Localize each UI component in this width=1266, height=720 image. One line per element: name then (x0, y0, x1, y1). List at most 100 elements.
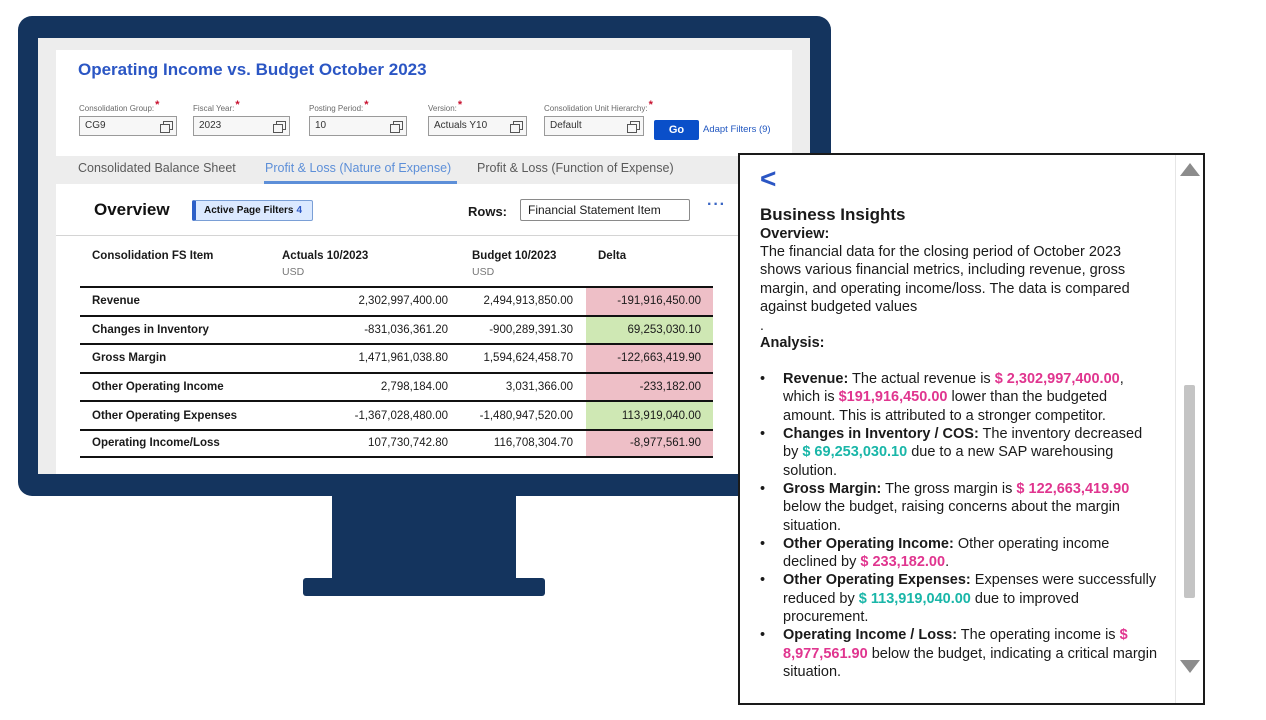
filter-label: Version: (428, 104, 457, 113)
value-help-icon[interactable] (627, 121, 640, 133)
overview-section: Overview Active Page Filters 4 Rows: Fina… (56, 184, 792, 474)
analysis-text: The actual revenue is (848, 371, 995, 388)
analysis-item-operating-income: Operating Income / Loss: The operating i… (760, 626, 1160, 681)
cell-delta: 69,253,030.10 (586, 316, 713, 344)
filter-value: CG9 (85, 120, 106, 131)
insights-title: Business Insights (760, 205, 906, 224)
divider (56, 235, 792, 236)
amount-highlight: $ 69,253,030.10 (802, 444, 908, 461)
required-marker: * (155, 99, 160, 111)
filter-version: Version:* Actuals Y10 (428, 99, 527, 136)
posting-period-input[interactable]: 10 (309, 116, 407, 136)
tab-pl-function-of-expense[interactable]: Profit & Loss (Function of Expense) (477, 161, 674, 175)
cell-budget: -900,289,391.30 (489, 323, 573, 336)
cell-budget: -1,480,947,520.00 (479, 409, 573, 422)
back-arrow-icon[interactable]: < (760, 165, 1160, 195)
cell-actuals: -1,367,028,480.00 (354, 409, 448, 422)
cell-delta: -122,663,419.90 (586, 345, 713, 372)
badge-label: Active Page Filters (204, 205, 294, 216)
cell-budget: 2,494,913,850.00 (483, 295, 573, 308)
cell-item: Other Operating Expenses (92, 409, 238, 422)
overview-heading: Overview: (760, 226, 830, 242)
analysis-text: The operating income is (957, 627, 1120, 644)
cell-budget: 116,708,304.70 (493, 437, 573, 450)
value-help-icon[interactable] (273, 121, 286, 133)
table-row[interactable]: Gross Margin 1,471,961,038.80 1,594,624,… (80, 343, 713, 372)
overview-text: The financial data for the closing perio… (760, 244, 1130, 315)
analysis-term: Gross Margin: (783, 480, 882, 497)
filter-value: 2023 (199, 120, 222, 131)
badge-count: 4 (296, 205, 303, 216)
tab-pl-nature-of-expense[interactable]: Profit & Loss (Nature of Expense) (265, 161, 451, 175)
amount-highlight: $ 2,302,997,400.00 (994, 371, 1120, 388)
required-marker: * (235, 99, 240, 111)
column-unit-budget: USD (472, 266, 495, 278)
consolidation-unit-hierarchy-input[interactable]: Default (544, 116, 644, 136)
analysis-item-gross-margin: Gross Margin: The gross margin is $ 122,… (760, 480, 1160, 535)
cell-actuals: 107,730,742.80 (368, 437, 448, 450)
table-row[interactable]: Other Operating Expenses -1,367,028,480.… (80, 400, 713, 429)
column-header-budget: Budget 10/2023 (472, 250, 557, 262)
value-help-icon[interactable] (160, 121, 173, 133)
table-row[interactable]: Revenue 2,302,997,400.00 2,494,913,850.0… (80, 286, 713, 315)
analysis-text: below the budget, raising concerns about… (783, 499, 1120, 534)
analysis-item-other-income: Other Operating Income: Other operating … (760, 535, 1160, 572)
consolidation-group-input[interactable]: CG9 (79, 116, 177, 136)
table-row[interactable]: Other Operating Income 2,798,184.00 3,03… (80, 371, 713, 401)
cell-actuals: 2,798,184.00 (380, 381, 448, 394)
table-row[interactable]: Operating Income/Loss 107,730,742.80 116… (80, 428, 713, 458)
filter-value: 10 (315, 120, 327, 131)
active-page-filters-button[interactable]: Active Page Filters 4 (192, 200, 313, 221)
filter-fiscal-year: Fiscal Year:* 2023 (193, 99, 290, 136)
table-row[interactable]: Changes in Inventory -831,036,361.20 -90… (80, 314, 713, 344)
filter-label: Consolidation Group: (79, 104, 155, 113)
analysis-item-revenue: Revenue: The actual revenue is $ 2,302,9… (760, 370, 1160, 425)
cell-actuals: -831,036,361.20 (364, 323, 448, 336)
cell-item: Other Operating Income (92, 381, 224, 394)
financial-table: Revenue 2,302,997,400.00 2,494,913,850.0… (80, 286, 713, 458)
cell-delta: 113,919,040.00 (586, 402, 713, 429)
fiscal-year-input[interactable]: 2023 (193, 116, 290, 136)
adapt-filters-link[interactable]: Adapt Filters (9) (703, 124, 771, 135)
filter-posting-period: Posting Period:* 10 (309, 99, 407, 136)
filter-label: Consolidation Unit Hierarchy: (544, 104, 648, 113)
cell-item: Gross Margin (92, 352, 167, 365)
analysis-term: Revenue: (783, 371, 849, 388)
analysis-list: Revenue: The actual revenue is $ 2,302,9… (760, 370, 1160, 681)
analysis-term: Other Operating Expenses: (783, 572, 971, 589)
analysis-term: Changes in Inventory / COS: (783, 426, 979, 443)
analysis-text: The gross margin is (881, 480, 1017, 497)
column-header-delta: Delta (598, 250, 627, 262)
more-options-icon[interactable]: ··· (707, 196, 726, 214)
amount-highlight: $ 113,919,040.00 (858, 590, 971, 607)
cell-actuals: 1,471,961,038.80 (358, 352, 448, 365)
scroll-up-icon[interactable] (1180, 163, 1200, 176)
cell-delta: -191,916,450.00 (586, 288, 713, 315)
value-help-icon[interactable] (390, 121, 403, 133)
cell-budget: 1,594,624,458.70 (483, 352, 573, 365)
rows-select[interactable]: Financial Statement Item (520, 199, 690, 221)
monitor-base (303, 578, 545, 596)
amount-highlight: $191,916,450.00 (838, 389, 948, 406)
filter-bar: Operating Income vs. Budget October 2023… (56, 50, 792, 156)
required-marker: * (648, 99, 653, 111)
analysis-heading: Analysis: (760, 335, 825, 352)
cell-item: Operating Income/Loss (92, 437, 220, 450)
business-insights-panel: < Business Insights Overview: The financ… (738, 153, 1205, 705)
go-button[interactable]: Go (654, 120, 699, 140)
version-input[interactable]: Actuals Y10 (428, 116, 527, 136)
required-marker: * (457, 99, 463, 111)
scrollbar-thumb[interactable] (1184, 385, 1195, 598)
scroll-down-icon[interactable] (1180, 660, 1200, 673)
cell-actuals: 2,302,997,400.00 (358, 295, 448, 308)
value-help-icon[interactable] (510, 121, 523, 133)
cell-delta: -233,182.00 (586, 373, 713, 401)
analysis-term: Operating Income / Loss: (783, 627, 958, 644)
monitor-stand (332, 494, 516, 584)
rows-label: Rows: (468, 204, 507, 219)
analysis-item-other-expenses: Other Operating Expenses: Expenses were … (760, 571, 1160, 626)
filter-consolidation-group: Consolidation Group:* CG9 (79, 99, 177, 136)
tab-consolidated-balance-sheet[interactable]: Consolidated Balance Sheet (78, 161, 236, 175)
cell-item: Revenue (92, 295, 140, 308)
scrollbar[interactable] (1175, 155, 1203, 703)
